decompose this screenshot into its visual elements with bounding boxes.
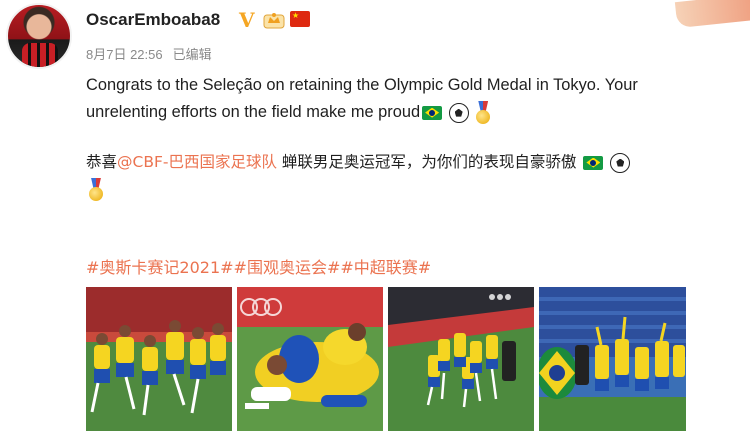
brazil-flag-icon (422, 105, 443, 120)
brazil-flag-icon (583, 155, 604, 170)
text-zh-prefix: 恭喜 (86, 153, 118, 171)
soccer-ball-icon (448, 102, 469, 123)
gold-medal-icon (475, 101, 491, 125)
china-flag-icon: ★ (290, 11, 310, 27)
text-en-line-1: Congrats to the Seleção on retaining the… (86, 76, 638, 94)
jersey-graphic (22, 43, 58, 67)
photo-2[interactable] (237, 287, 383, 431)
photo-1[interactable] (86, 287, 232, 431)
edited-label[interactable]: 已编辑 (173, 47, 212, 62)
post-date[interactable]: 8月7日 22:56 (86, 47, 163, 62)
photo-3[interactable] (388, 287, 534, 431)
text-en-line-2: unrelenting efforts on the field make me… (86, 103, 421, 121)
post-meta: 8月7日 22:56 已编辑 (86, 44, 212, 63)
hashtag-links[interactable]: #奥斯卡赛记2021##围观奥运会##中超联赛# (86, 254, 431, 278)
mention-link[interactable]: @CBF-巴西国家足球队 (117, 153, 277, 171)
text-zh-suffix: 蝉联男足奥运冠军，为你们的表现自豪骄傲 (276, 153, 577, 171)
crown-badge-icon (263, 13, 285, 29)
corner-badge (674, 0, 750, 29)
photo-4[interactable] (539, 287, 686, 431)
soccer-ball-icon (610, 152, 631, 173)
username[interactable]: OscarEmboaba8 (86, 10, 220, 30)
post-text: Congrats to the Seleção on retaining the… (86, 72, 726, 203)
avatar[interactable] (6, 3, 72, 69)
verified-badge-icon: V (239, 8, 255, 32)
gold-medal-icon (88, 178, 104, 202)
